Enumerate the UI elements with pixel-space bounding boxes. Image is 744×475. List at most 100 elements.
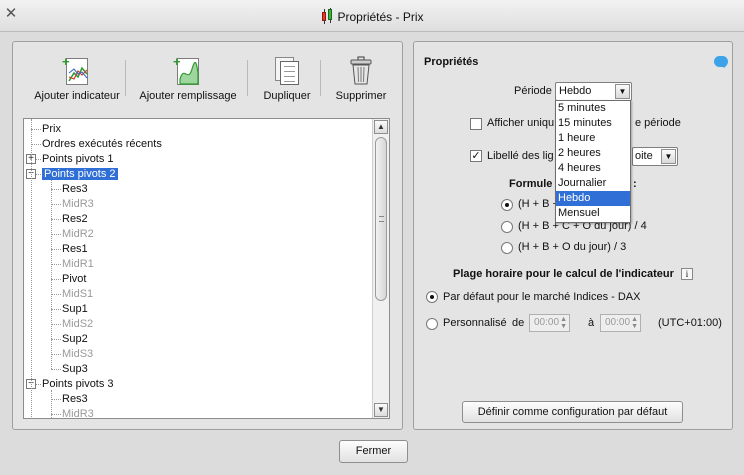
line-labels-label: Libellé des lig xyxy=(487,150,554,162)
duplicate-icon xyxy=(272,56,302,86)
formula-option-1-radio[interactable] xyxy=(501,199,513,211)
duplicate-label: Dupliquer xyxy=(263,90,311,102)
spinner-arrows-icon[interactable]: ▲ ▼ xyxy=(631,316,638,330)
tree-item-label: MidS1 xyxy=(62,288,94,300)
tree-item[interactable]: Prix xyxy=(42,122,61,137)
tree-item-label: MidR3 xyxy=(62,198,94,210)
add-indicator-icon: + xyxy=(62,55,92,86)
period-option[interactable]: 4 heures xyxy=(556,161,630,176)
period-option[interactable]: Mensuel xyxy=(556,206,630,221)
period-option[interactable]: 1 heure xyxy=(556,131,630,146)
period-option[interactable]: 15 minutes xyxy=(556,116,630,131)
help-bubble-icon[interactable] xyxy=(714,56,728,68)
tree-item[interactable]: Points pivots 3 xyxy=(42,377,114,392)
tree-scrollbar[interactable]: ▲ ▼ xyxy=(372,119,389,418)
tree-item[interactable]: MidS3 xyxy=(62,347,93,362)
range-custom-label: Personnalisé xyxy=(443,317,507,329)
tree-item[interactable]: MidR3 xyxy=(62,197,94,212)
tree-item[interactable]: Sup3 xyxy=(62,362,88,377)
formula-option-3-label: (H + B + O du jour) / 3 xyxy=(518,241,627,253)
scroll-thumb[interactable] xyxy=(375,137,387,301)
tree-item[interactable]: MidS1 xyxy=(62,287,93,302)
scroll-up-icon[interactable]: ▲ xyxy=(374,120,388,134)
set-default-config-button[interactable]: Définir comme configuration par défaut xyxy=(462,401,683,423)
line-labels-position-select[interactable]: oite ▼ xyxy=(632,147,678,166)
formula-option-3-radio[interactable] xyxy=(501,242,513,254)
period-option[interactable]: 5 minutes xyxy=(556,101,630,116)
tree-item-label: Sup2 xyxy=(62,333,88,345)
period-option[interactable]: 2 heures xyxy=(556,146,630,161)
delete-button[interactable]: Supprimer xyxy=(331,56,391,108)
tree-connector xyxy=(51,204,61,205)
indicator-list-panel: + Ajouter indicateur + Ajouter remplissa… xyxy=(12,41,403,430)
toolbar-divider xyxy=(125,60,126,96)
timezone-label: (UTC+01:00) xyxy=(658,317,722,329)
tree-item[interactable]: Res3 xyxy=(62,182,88,197)
tree-item-label: Res3 xyxy=(62,393,88,405)
show-single-period-label-end: e période xyxy=(635,117,681,129)
tree-item-label: Sup1 xyxy=(62,303,88,315)
tree-item[interactable]: Sup1 xyxy=(62,302,88,317)
period-select[interactable]: Hebdo ▼ xyxy=(555,82,632,101)
tree-connector xyxy=(31,119,32,418)
period-option[interactable]: Journalier xyxy=(556,176,630,191)
properties-title: Propriétés xyxy=(424,56,479,68)
period-option[interactable]: Hebdo xyxy=(556,191,630,206)
from-label: de xyxy=(512,317,525,329)
tree-item-label: MidS2 xyxy=(62,318,94,330)
chevron-down-icon[interactable]: ▼ xyxy=(615,84,630,99)
tree-item[interactable]: MidR3 xyxy=(62,407,94,419)
tree-item[interactable]: Points pivots 1 xyxy=(42,152,114,167)
chevron-down-icon[interactable]: ▼ xyxy=(661,149,676,164)
tree-item[interactable]: Res2 xyxy=(62,212,88,227)
info-icon[interactable]: i xyxy=(681,268,693,280)
show-single-period-checkbox[interactable] xyxy=(470,118,482,130)
indicator-tree[interactable]: Prix Ordres exécutés récents Points pivots… xyxy=(23,118,390,419)
close-button[interactable]: Fermer xyxy=(339,440,408,463)
tree-connector xyxy=(51,414,61,415)
formula-option-2-radio[interactable] xyxy=(501,221,513,233)
tree-item[interactable]: Pivot xyxy=(62,272,86,287)
tree-item[interactable]: MidR1 xyxy=(62,257,94,272)
add-fill-icon: + xyxy=(173,55,203,86)
tree-item-label: MidR3 xyxy=(62,408,94,419)
time-range-heading: Plage horaire pour le calcul de l'indica… xyxy=(453,268,674,280)
line-labels-checkbox[interactable]: ✓ xyxy=(470,150,482,162)
to-label: à xyxy=(588,317,595,329)
tree-connector xyxy=(51,279,61,280)
add-fill-button[interactable]: + Ajouter remplissage xyxy=(138,55,238,108)
spinner-arrows-icon[interactable]: ▲ ▼ xyxy=(560,316,567,330)
tree-connector xyxy=(51,234,61,235)
tree-item[interactable]: MidS2 xyxy=(62,317,93,332)
tree-item-label: Points pivots 3 xyxy=(42,378,114,390)
tree-connector xyxy=(51,309,61,310)
duplicate-button[interactable]: Dupliquer xyxy=(257,56,317,108)
tree-item-label: MidR1 xyxy=(62,258,94,270)
scroll-down-icon[interactable]: ▼ xyxy=(374,403,388,417)
tree-item[interactable]: Sup2 xyxy=(62,332,88,347)
tree-item[interactable]: Res3 xyxy=(62,392,88,407)
tree-connector xyxy=(31,129,41,130)
tree-item-label: Pivot xyxy=(62,273,87,285)
tree-item-label: Prix xyxy=(42,123,61,135)
formula-option-1-label: (H + B + xyxy=(518,198,559,210)
time-from-spinner[interactable]: 00:00 ▲ ▼ xyxy=(529,314,570,332)
tree-item[interactable]: MidR2 xyxy=(62,227,94,242)
period-dropdown-list[interactable]: 5 minutes 15 minutes 1 heure 2 heures 4 heur… xyxy=(555,100,631,223)
range-default-label: Par défaut pour le marché Indices - DAX xyxy=(443,291,641,303)
line-labels-position-value: oite xyxy=(635,150,653,162)
time-to-spinner[interactable]: 00:00 ▲ ▼ xyxy=(600,314,641,332)
tree-item-label: Sup3 xyxy=(62,363,88,375)
tree-connector xyxy=(51,264,61,265)
time-to-value: 00:00 xyxy=(605,317,631,328)
tree-item[interactable]: Ordres exécutés récents xyxy=(42,137,162,152)
add-indicator-button[interactable]: + Ajouter indicateur xyxy=(30,55,124,108)
tree-item[interactable]: Points pivots 2 xyxy=(42,167,118,182)
range-custom-radio[interactable] xyxy=(426,318,438,330)
trash-icon xyxy=(346,56,376,86)
tree-connector xyxy=(51,369,61,370)
tree-connector xyxy=(51,294,61,295)
range-default-radio[interactable] xyxy=(426,291,438,303)
show-single-period-label-start: Afficher uniqu xyxy=(487,117,555,129)
tree-item[interactable]: Res1 xyxy=(62,242,88,257)
